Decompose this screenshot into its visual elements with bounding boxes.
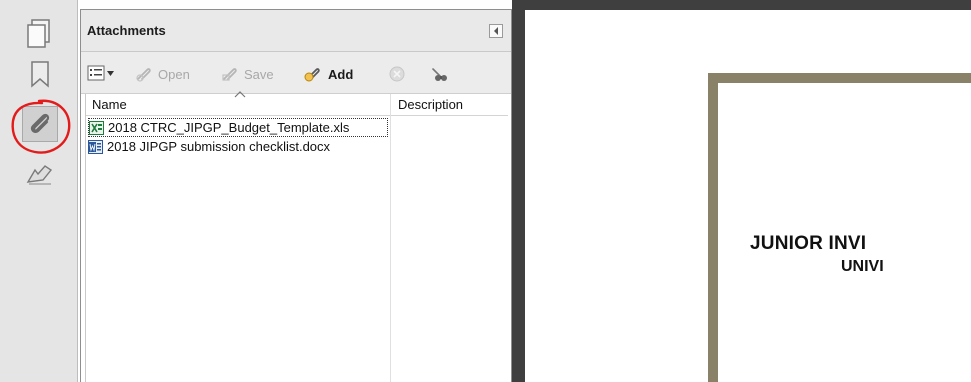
dropdown-arrow-icon	[107, 70, 114, 76]
add-clip-icon	[304, 68, 320, 82]
document-title-line-2: UNIVI	[841, 258, 884, 275]
column-divider	[390, 94, 391, 382]
attachments-toolbar: Open Save Add	[81, 52, 511, 94]
attachment-name: 2018 JIPGP submission checklist.docx	[107, 139, 331, 154]
table-row[interactable]: 2018 CTRC_JIPGP_Budget_Template.xls	[88, 118, 388, 137]
word-file-icon	[88, 139, 103, 154]
binoculars-icon	[432, 68, 447, 81]
attachment-name: 2018 CTRC_JIPGP_Budget_Template.xls	[108, 120, 350, 135]
signature-pen-icon	[26, 165, 53, 185]
column-header-description[interactable]: Description	[398, 97, 463, 112]
attachments-button[interactable]	[22, 106, 58, 142]
attachments-table-header: Name Description	[86, 91, 508, 116]
save-clip-icon	[222, 68, 237, 81]
delete-attachment-button[interactable]	[389, 64, 405, 84]
open-attachment-button[interactable]: Open	[135, 64, 190, 84]
delete-icon	[389, 66, 405, 82]
table-row[interactable]: 2018 JIPGP submission checklist.docx	[88, 137, 388, 156]
collapse-panel-button[interactable]	[489, 24, 503, 38]
signatures-button[interactable]	[22, 156, 58, 192]
panel-title: Attachments	[87, 23, 166, 38]
attachments-panel-header: Attachments	[81, 10, 511, 52]
document-view-top-border	[512, 0, 971, 10]
list-options-icon	[87, 65, 105, 81]
add-attachment-button[interactable]: Add	[303, 64, 353, 84]
document-page-frame	[708, 73, 971, 382]
bookmark-icon	[31, 61, 49, 88]
document-title-line-1: JUNIOR INVI	[750, 233, 867, 254]
options-menu-button[interactable]	[87, 64, 117, 82]
attachments-table: Name Description 2018 CTRC_JIPGP_Budget_…	[85, 91, 508, 382]
chevron-left-icon	[494, 27, 498, 35]
bookmarks-button[interactable]	[22, 56, 58, 92]
add-label: Add	[328, 66, 354, 82]
column-header-name[interactable]: Name	[92, 97, 127, 112]
paperclip-icon	[30, 113, 50, 134]
page-thumbnails-icon	[27, 19, 50, 48]
save-attachment-button[interactable]: Save	[221, 64, 274, 84]
open-label: Open	[158, 66, 190, 82]
open-clip-icon	[136, 68, 151, 82]
sort-ascending-icon	[234, 91, 246, 98]
navigation-rail	[0, 0, 80, 382]
excel-file-icon	[89, 120, 104, 135]
page-thumbnails-button[interactable]	[22, 16, 58, 52]
search-attachments-button[interactable]	[431, 64, 449, 84]
attachments-panel: Attachments Open Save Add Name Descripti…	[80, 9, 512, 382]
document-view-left-border	[512, 0, 525, 382]
save-label: Save	[244, 66, 274, 82]
